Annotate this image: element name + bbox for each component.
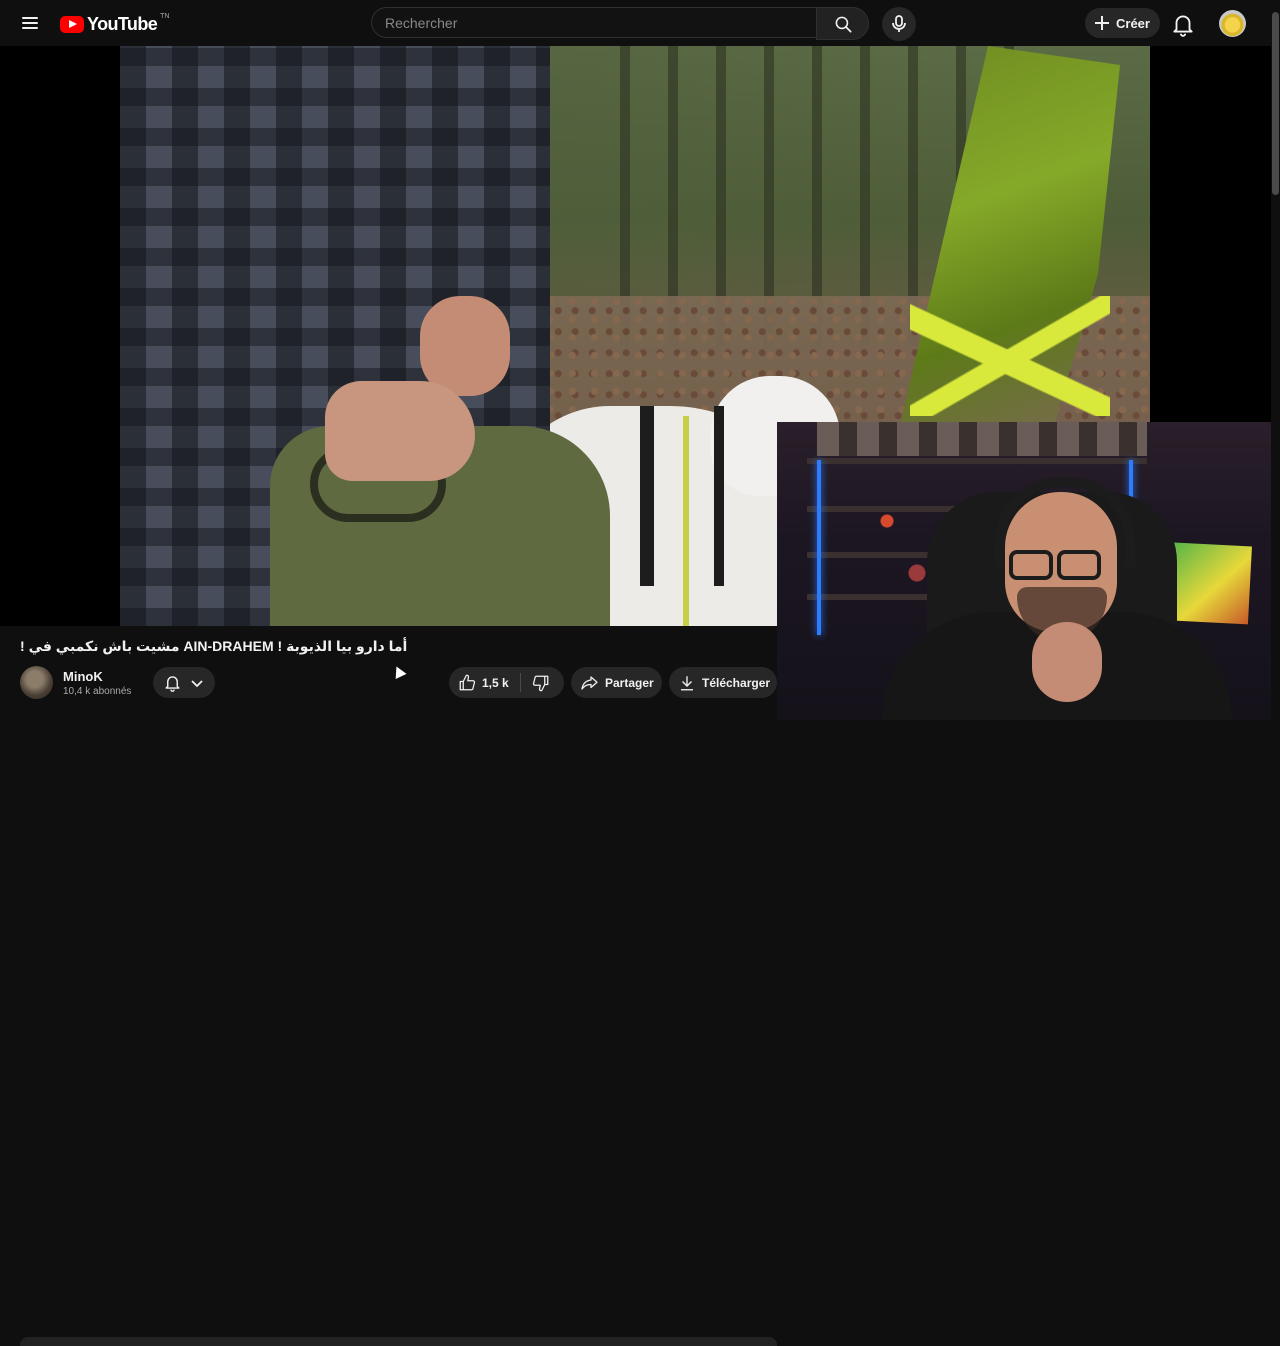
menu-icon[interactable]: [18, 11, 42, 35]
bell-icon: [165, 676, 180, 692]
search-icon: [835, 16, 852, 33]
create-label: Créer: [1116, 15, 1150, 31]
dislike-button[interactable]: [521, 667, 564, 698]
share-label: Partager: [605, 675, 654, 690]
share-button[interactable]: Partager: [571, 667, 662, 698]
logo-text: YouTube: [87, 13, 158, 34]
thumbs-down-icon: [532, 675, 549, 692]
download-icon: [681, 675, 693, 690]
video-info: ! مشيت باش نكمبي في AIN-DRAHEM ! أما دار…: [0, 626, 777, 1346]
notifications-button[interactable]: [1170, 11, 1196, 37]
like-count: 1,5 k: [482, 676, 509, 690]
create-button[interactable]: Créer: [1085, 8, 1160, 38]
download-button[interactable]: Télécharger: [669, 667, 777, 698]
download-label: Télécharger: [702, 675, 771, 690]
masthead: YouTube TN Créer: [0, 0, 1280, 46]
description-box-edge[interactable]: [20, 1337, 777, 1346]
youtube-play-icon: [60, 15, 84, 33]
youtube-logo[interactable]: YouTube TN: [60, 13, 169, 35]
subscriber-count: 10,4 k abonnés: [63, 686, 132, 697]
like-dislike-group: 1,5 k: [449, 667, 564, 698]
video-title: ! مشيت باش نكمبي في AIN-DRAHEM ! أما دار…: [20, 638, 408, 654]
search-box: [371, 7, 869, 40]
microphone-icon: [892, 15, 906, 32]
share-icon: [581, 675, 598, 690]
voice-search-button[interactable]: [882, 7, 916, 41]
scrollbar-thumb[interactable]: [1272, 12, 1279, 195]
thumbs-up-icon: [459, 674, 476, 691]
search-button[interactable]: [816, 7, 869, 40]
search-input[interactable]: [371, 7, 816, 38]
logo-region: TN: [160, 12, 170, 20]
subscribed-notifications-button[interactable]: [153, 667, 215, 698]
like-button[interactable]: 1,5 k: [449, 667, 519, 698]
page-scrollbar[interactable]: [1271, 0, 1280, 720]
webcam-overlay: [777, 422, 1271, 720]
channel-name[interactable]: MinoK: [63, 669, 103, 684]
plus-icon: [1095, 16, 1109, 30]
bell-icon: [1173, 15, 1193, 37]
chevron-down-icon: [191, 680, 203, 688]
account-avatar[interactable]: [1219, 10, 1246, 37]
channel-avatar[interactable]: [20, 666, 53, 699]
